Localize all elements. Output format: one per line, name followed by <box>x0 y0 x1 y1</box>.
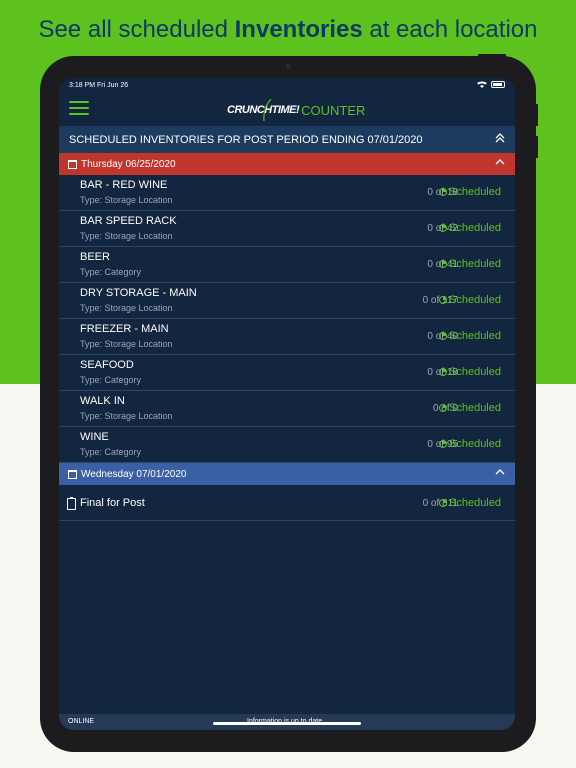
inventory-type: Type: Category <box>80 267 142 277</box>
scheduled-inventories-title: SCHEDULED INVENTORIES FOR POST PERIOD EN… <box>69 133 423 146</box>
volume-down-button <box>535 136 538 158</box>
scheduled-pie-icon <box>439 260 447 268</box>
inventory-type: Type: Storage Location <box>80 339 173 349</box>
inventory-status: Scheduled <box>439 402 501 414</box>
scheduled-pie-icon <box>439 368 447 376</box>
status-time: 3:18 PM Fri Jun 26 <box>69 82 129 89</box>
inventory-row[interactable]: WINE Type: Category 0 of 95 Scheduled <box>59 427 515 463</box>
inventory-name: SEAFOOD <box>80 359 134 371</box>
inventory-type: Type: Storage Location <box>80 411 173 421</box>
collapse-all-icon[interactable] <box>495 133 505 146</box>
scheduled-pie-icon <box>439 296 447 304</box>
camera-icon <box>286 64 291 69</box>
headline-suffix: at each location <box>362 16 538 43</box>
inventory-name: Final for Post <box>80 497 145 509</box>
date-group-label: Wednesday 07/01/2020 <box>81 468 187 480</box>
inventory-type: Type: Category <box>80 375 142 385</box>
scheduled-pie-icon <box>439 332 447 340</box>
scheduled-pie-icon <box>439 440 447 448</box>
inventory-name: BAR - RED WINE <box>80 179 168 191</box>
inventory-row[interactable]: WALK IN Type: Storage Location 0 of 0 Sc… <box>59 391 515 427</box>
inventory-row[interactable]: BAR SPEED RACK Type: Storage Location 0 … <box>59 211 515 247</box>
inventory-row[interactable]: BEER Type: Category 0 of 41 Scheduled <box>59 247 515 283</box>
calendar-icon <box>68 159 77 169</box>
scheduled-inventories-header: SCHEDULED INVENTORIES FOR POST PERIOD EN… <box>59 126 515 153</box>
date-group-header[interactable]: Thursday 06/25/2020 <box>59 153 515 175</box>
connection-status: ONLINE <box>68 718 95 725</box>
scheduled-pie-icon <box>439 404 447 412</box>
promo-headline: See all scheduled Inventories at each lo… <box>0 16 576 44</box>
chevron-up-icon[interactable] <box>495 467 505 479</box>
status-icons <box>477 81 505 88</box>
headline-prefix: See all scheduled <box>38 16 235 43</box>
home-indicator[interactable] <box>213 722 361 725</box>
headline-bold: Inventories <box>234 16 363 43</box>
inventory-name: WALK IN <box>80 395 125 407</box>
battery-icon <box>491 81 505 88</box>
inventory-type: Type: Storage Location <box>80 195 173 205</box>
inventory-status: Scheduled <box>439 497 501 509</box>
app-screen: 3:18 PM Fri Jun 26 CRUNCHTIME! COUNTER S… <box>59 78 515 730</box>
inventory-name: DRY STORAGE - MAIN <box>80 287 197 299</box>
inventory-row[interactable]: BAR - RED WINE Type: Storage Location 0 … <box>59 175 515 211</box>
menu-icon[interactable] <box>69 101 89 117</box>
inventory-type: Type: Category <box>80 447 142 457</box>
inventory-name: BAR SPEED RACK <box>80 215 177 227</box>
wifi-icon <box>477 81 487 88</box>
inventory-name: FREEZER - MAIN <box>80 323 169 335</box>
calendar-icon <box>68 469 77 479</box>
app-navbar: CRUNCHTIME! COUNTER <box>59 94 515 126</box>
final-inventory-row[interactable]: Final for Post 0 of 811 Scheduled <box>59 487 515 521</box>
scheduled-pie-icon <box>439 224 447 232</box>
date-group-label: Thursday 06/25/2020 <box>81 158 176 170</box>
inventory-status: Scheduled <box>439 222 501 234</box>
inventory-status: Scheduled <box>439 366 501 378</box>
chevron-up-icon[interactable] <box>495 157 505 169</box>
inventory-row[interactable]: SEAFOOD Type: Category 0 of 18 Scheduled <box>59 355 515 391</box>
date-group-header[interactable]: Wednesday 07/01/2020 <box>59 463 515 485</box>
power-button <box>478 54 506 57</box>
inventory-status: Scheduled <box>439 294 501 306</box>
logo-secondary: COUNTER <box>301 102 366 118</box>
scheduled-pie-icon <box>439 499 447 507</box>
inventory-status: Scheduled <box>439 186 501 198</box>
inventory-status: Scheduled <box>439 258 501 270</box>
status-bar: 3:18 PM Fri Jun 26 <box>59 78 515 94</box>
app-logo: CRUNCHTIME! COUNTER <box>227 98 365 122</box>
inventory-status: Scheduled <box>439 438 501 450</box>
inventory-row[interactable]: FREEZER - MAIN Type: Storage Location 0 … <box>59 319 515 355</box>
scheduled-pie-icon <box>439 188 447 196</box>
inventory-type: Type: Storage Location <box>80 231 173 241</box>
inventory-name: WINE <box>80 431 109 443</box>
connection-status-bar: ONLINE Information is up to date <box>59 714 515 730</box>
inventory-row[interactable]: DRY STORAGE - MAIN Type: Storage Locatio… <box>59 283 515 319</box>
inventory-status: Scheduled <box>439 330 501 342</box>
inventory-name: BEER <box>80 251 110 263</box>
clipboard-icon <box>67 497 76 510</box>
volume-up-button <box>535 104 538 126</box>
logo-swoosh-icon <box>263 98 272 122</box>
inventory-type: Type: Storage Location <box>80 303 173 313</box>
